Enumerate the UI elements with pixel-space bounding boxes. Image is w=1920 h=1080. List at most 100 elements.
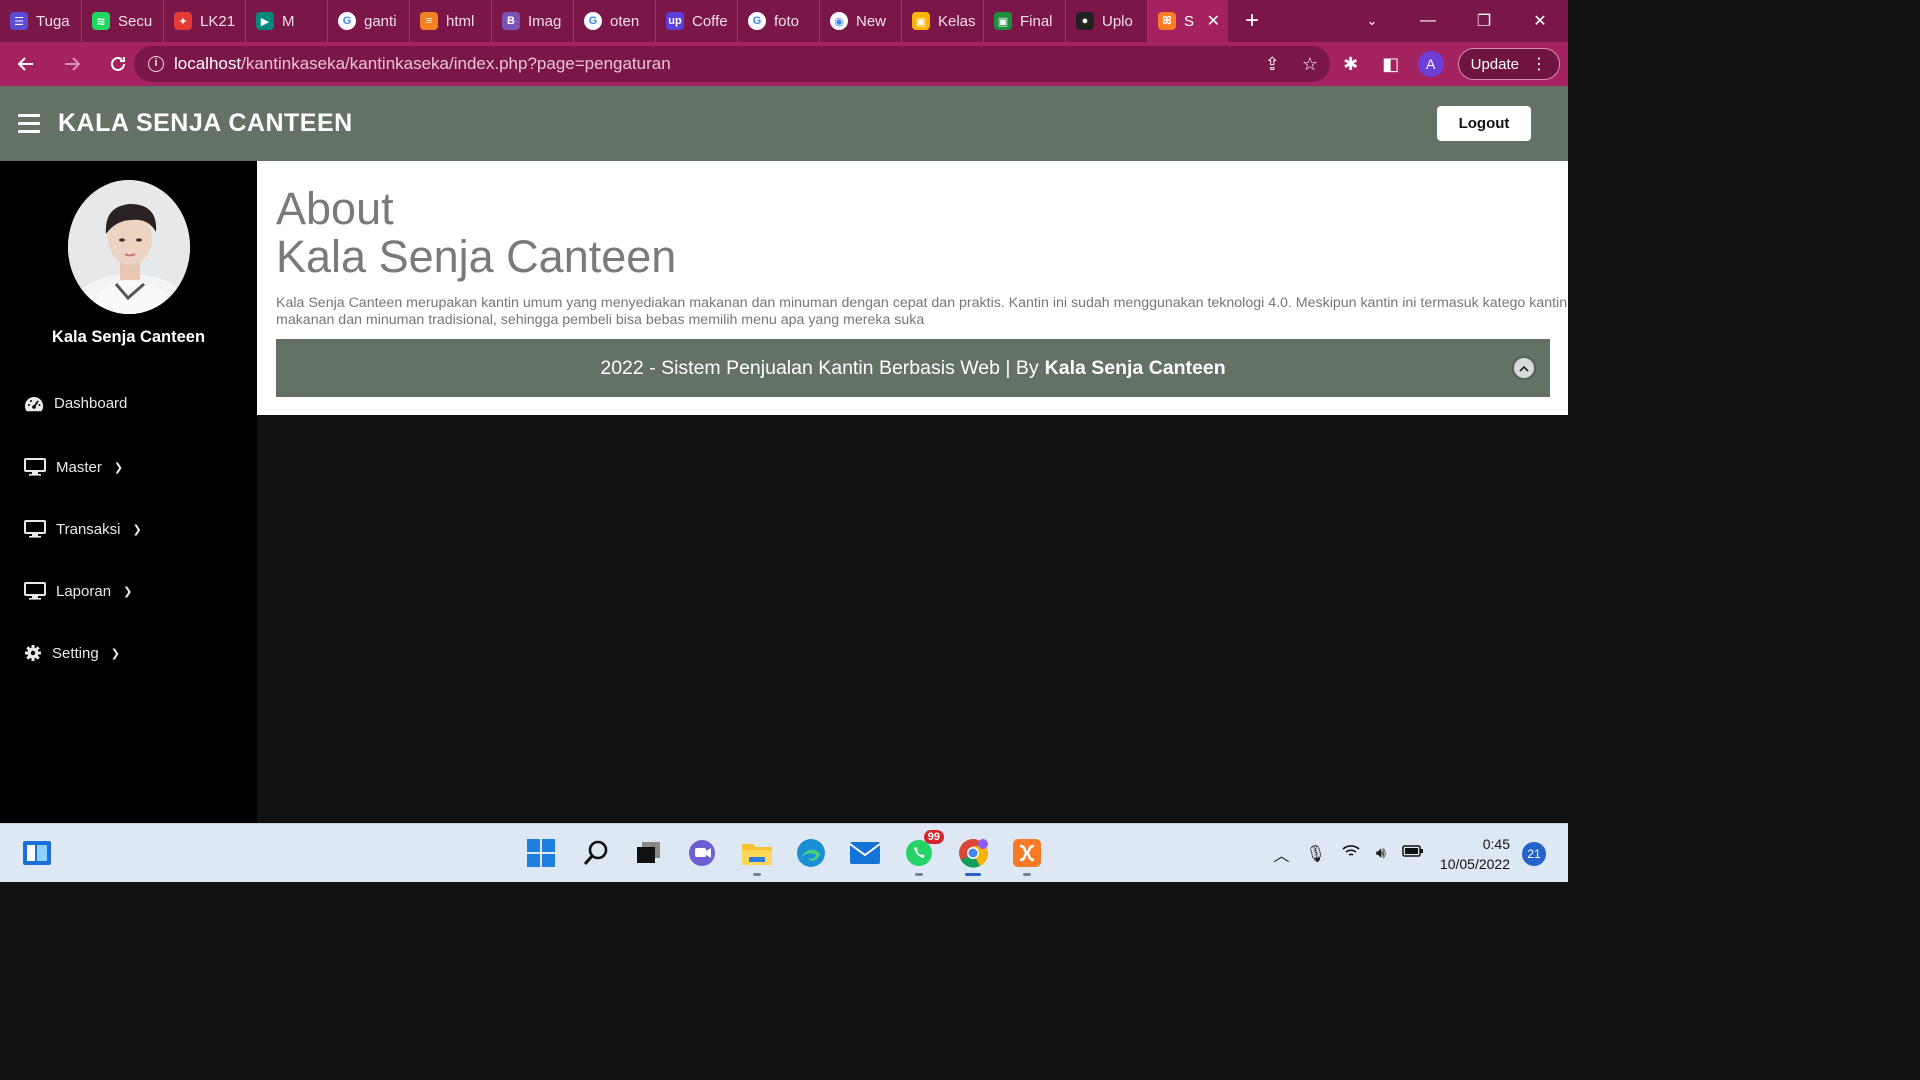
wifi-icon[interactable] xyxy=(1342,844,1360,863)
mail-icon[interactable] xyxy=(848,836,882,870)
scroll-to-top-button[interactable] xyxy=(1512,356,1536,380)
more-menu-icon[interactable]: ⋮ xyxy=(1531,54,1547,74)
footer-brand: Kala Senja Canteen xyxy=(1044,356,1226,379)
url-host: localhost xyxy=(174,54,242,73)
github-icon: ● xyxy=(1076,12,1094,30)
volume-icon[interactable]: 🔊︎ xyxy=(1376,845,1386,863)
chevron-down-icon: ❯ xyxy=(110,647,120,660)
taskbar: 99 ︿ 🎙︎ 🔊︎ 0:45 10/05/2022 21 xyxy=(0,823,1568,882)
update-label: Update xyxy=(1470,55,1519,73)
browser-tab[interactable]: ≋ Secu xyxy=(82,0,164,42)
tab-label: oten xyxy=(610,12,640,30)
browser-tab[interactable]: ▶ M xyxy=(246,0,328,42)
update-button[interactable]: Update ⋮ xyxy=(1457,48,1560,80)
whatsapp-icon[interactable]: 99 xyxy=(902,830,944,876)
browser-tab[interactable]: ● Uplo xyxy=(1066,0,1148,42)
share-icon[interactable]: ⇪ xyxy=(1265,54,1280,75)
classroom-icon: ▣ xyxy=(994,12,1012,30)
profile-avatar[interactable]: A xyxy=(1417,51,1444,77)
browser-tab[interactable]: ✦ LK21 xyxy=(164,0,246,42)
xampp-icon[interactable] xyxy=(1010,836,1044,876)
notification-center-badge[interactable]: 21 xyxy=(1522,841,1546,866)
url-path: /kantinkaseka/kantinkaseka/index.php?pag… xyxy=(241,54,671,73)
start-windows-icon[interactable] xyxy=(524,836,558,870)
reload-icon xyxy=(111,56,125,71)
monitor-icon xyxy=(24,458,46,476)
stackoverflow-icon: ≡ xyxy=(420,12,438,30)
meet-icon: ▶ xyxy=(256,12,274,30)
browser-tab[interactable]: ▣ Final xyxy=(984,0,1066,42)
tab-label: foto xyxy=(774,12,800,30)
search-icon[interactable] xyxy=(579,836,613,870)
browser-toolbar: i localhost/kantinkaseka/kantinkaseka/in… xyxy=(0,42,1568,86)
new-tab-button[interactable]: + xyxy=(1228,0,1276,42)
google-icon: G xyxy=(584,12,602,30)
tab-label: Tuga xyxy=(36,12,70,30)
microphone-icon[interactable]: 🎙︎ xyxy=(1306,844,1326,864)
browser-tab[interactable]: ◉ New xyxy=(820,0,902,42)
tab-label: Kelas xyxy=(938,12,976,30)
address-bar[interactable]: i localhost/kantinkaseka/kantinkaseka/in… xyxy=(134,46,1330,82)
dashboard-gauge-icon xyxy=(25,396,44,411)
spotify-icon: ≋ xyxy=(92,12,110,30)
site-info-icon[interactable]: i xyxy=(148,56,164,72)
sidebar-item-label: Transaksi xyxy=(56,520,121,538)
monitor-icon xyxy=(24,582,46,600)
chevron-down-icon: ❯ xyxy=(123,585,133,598)
forward-button[interactable] xyxy=(52,46,92,82)
about-section: About Kala Senja Canteen Kala Senja Cant… xyxy=(257,161,1568,415)
browser-tab[interactable]: ▣ Kelas xyxy=(902,0,984,42)
browser-tab[interactable]: Goten xyxy=(574,0,656,42)
hamburger-menu-icon[interactable] xyxy=(18,114,40,133)
edge-browser-icon[interactable] xyxy=(794,836,828,870)
tab-label: html xyxy=(446,12,475,30)
task-view-icon[interactable] xyxy=(632,836,666,870)
notification-badge: 99 xyxy=(923,830,944,844)
back-button[interactable] xyxy=(6,46,46,82)
reload-button[interactable] xyxy=(98,46,138,82)
tab-label: S xyxy=(1184,12,1195,30)
profile-avatar-image xyxy=(68,180,190,314)
chevron-up-icon[interactable]: ︿ xyxy=(1274,842,1290,866)
upwork-icon: up xyxy=(666,12,684,30)
teams-chat-icon[interactable] xyxy=(686,836,720,870)
chevron-down-icon: ❯ xyxy=(113,461,124,474)
sidebar-item-label: Setting xyxy=(52,644,99,662)
browser-tab[interactable]: B Imag xyxy=(492,0,574,42)
browser-tab[interactable]: Gfoto xyxy=(738,0,820,42)
app-header: KALA SENJA CANTEEN Logout xyxy=(0,86,1568,161)
close-tab-icon[interactable]: ✕ xyxy=(1207,11,1220,31)
minimize-button[interactable]: — xyxy=(1400,12,1456,30)
sidebar-item-setting[interactable]: Setting ❯ xyxy=(24,644,120,662)
empty-page-area xyxy=(257,415,1568,823)
bookmark-star-icon[interactable]: ☆ xyxy=(1302,54,1318,75)
back-arrow-icon xyxy=(17,57,33,71)
browser-tab[interactable]: Gganti xyxy=(328,0,410,42)
system-clock[interactable]: 0:45 10/05/2022 xyxy=(1440,834,1510,874)
tab-search-icon[interactable]: ⌄ xyxy=(1344,13,1400,29)
file-explorer-icon[interactable] xyxy=(740,836,774,876)
chrome-icon[interactable] xyxy=(956,836,990,876)
close-window-button[interactable]: ✕ xyxy=(1512,11,1568,31)
browser-tab[interactable]: ☰ Tuga xyxy=(0,0,82,42)
battery-icon[interactable] xyxy=(1402,844,1424,863)
active-tab[interactable]: ꕤ S ✕ xyxy=(1148,0,1228,42)
footer: 2022 - Sistem Penjualan Kantin Berbasis … xyxy=(276,339,1550,397)
sidebar-item-laporan[interactable]: Laporan ❯ xyxy=(24,582,132,600)
restore-button[interactable]: ❐ xyxy=(1456,11,1512,31)
logout-button[interactable]: Logout xyxy=(1437,106,1531,141)
sidebar-item-label: Laporan xyxy=(56,582,112,600)
side-panel-icon[interactable]: ◧ xyxy=(1378,54,1404,75)
sidebar-item-transaksi[interactable]: Transaksi ❯ xyxy=(24,520,142,538)
browser-tab[interactable]: up Coffe xyxy=(656,0,738,42)
brand-title: KALA SENJA CANTEEN xyxy=(58,109,353,137)
chevron-up-icon xyxy=(1519,365,1529,372)
widgets-icon[interactable] xyxy=(20,836,54,870)
extensions-icon[interactable]: ✱ xyxy=(1338,54,1364,75)
tab-label: New xyxy=(856,12,887,30)
sidebar-item-master[interactable]: Master ❯ xyxy=(24,458,123,476)
google-icon: G xyxy=(748,12,766,30)
browser-tab[interactable]: ≡ html xyxy=(410,0,492,42)
chrome-icon: ◉ xyxy=(830,12,848,30)
sidebar-item-dashboard[interactable]: Dashboard xyxy=(24,395,127,412)
